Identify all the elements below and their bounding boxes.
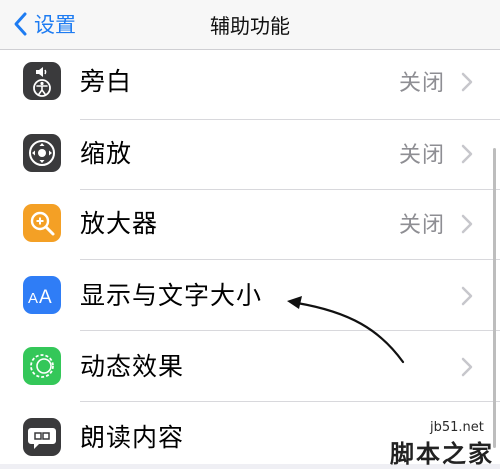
motion-icon (23, 347, 61, 385)
chevron-right-icon (461, 72, 473, 92)
row-zoom[interactable]: 缩放 关闭 (0, 119, 500, 189)
chevron-right-icon (461, 144, 473, 164)
row-label: 朗读内容 (80, 423, 185, 452)
settings-list: 旁白 关闭 缩放 关闭 放大器 关闭 A A 显示与文字大小 动态效果 朗读内容 (0, 50, 500, 464)
row-display-text-size[interactable]: A A 显示与文字大小 (0, 261, 500, 331)
divider (80, 401, 500, 402)
row-value: 关闭 (398, 71, 445, 96)
row-motion[interactable]: 动态效果 (0, 332, 500, 402)
row-value: 关闭 (398, 143, 445, 168)
row-label: 显示与文字大小 (80, 281, 263, 310)
scroll-indicator[interactable] (493, 148, 496, 448)
magnifier-icon (23, 204, 61, 242)
svg-text:A: A (28, 290, 38, 307)
row-value: 关闭 (398, 213, 445, 238)
divider (80, 259, 500, 260)
svg-text:A: A (39, 287, 52, 308)
zoom-icon (23, 134, 61, 172)
row-magnifier[interactable]: 放大器 关闭 (0, 189, 500, 259)
watermark-site: jb51.net (430, 420, 484, 435)
chevron-right-icon (461, 357, 473, 377)
row-voiceover[interactable]: 旁白 关闭 (0, 50, 500, 117)
row-label: 动态效果 (80, 352, 185, 381)
row-label: 旁白 (80, 67, 133, 96)
row-label: 放大器 (80, 209, 159, 238)
divider (80, 330, 500, 331)
row-label: 缩放 (80, 139, 133, 168)
navigation-bar: 设置 辅助功能 (0, 0, 500, 50)
page-title: 辅助功能 (210, 14, 290, 38)
voiceover-icon (23, 62, 61, 100)
chevron-right-icon (461, 214, 473, 234)
spoken-content-icon (23, 418, 61, 456)
text-size-icon: A A (23, 276, 61, 314)
chevron-right-icon (461, 286, 473, 306)
